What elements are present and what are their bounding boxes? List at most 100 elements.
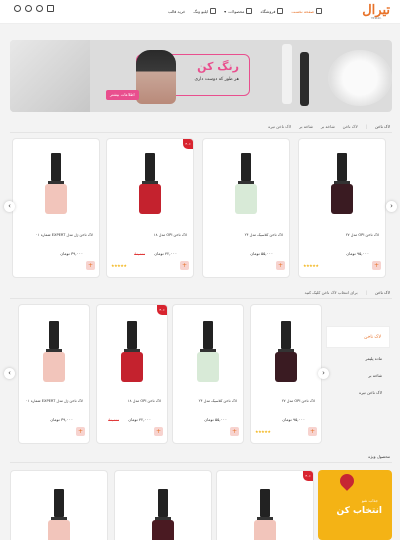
section1-chip-1[interactable]: لاک ناخن — [343, 124, 358, 129]
banner-tube-image — [282, 44, 292, 104]
product-card[interactable] — [10, 470, 108, 540]
product-price: ۹۵,۰۰۰ تومان — [282, 417, 305, 422]
section1-divider — [10, 132, 392, 133]
product-price: ۹۵,۰۰۰ تومان — [346, 251, 369, 256]
filter-item-1[interactable]: ماده پلیمر — [326, 348, 390, 365]
filter-title[interactable]: لاک ناخن — [326, 326, 390, 348]
bottle-body — [43, 352, 65, 382]
product-old-price: ۶۰,۰۰۰ — [108, 417, 119, 422]
nav-products[interactable]: محصولات ▾ — [224, 8, 253, 14]
nav-products-label: محصولات — [228, 8, 245, 14]
row2-next-arrow[interactable]: › — [318, 368, 329, 379]
product-image[interactable] — [48, 489, 70, 540]
add-to-cart-button[interactable]: + — [230, 427, 239, 436]
product-name[interactable]: لاک ناخن OPI مدل ۱۸ — [154, 233, 187, 237]
main-nav: صفحه نخست فروشگاه محصولات ▾ ایلیو ونگ خری… — [168, 8, 322, 14]
product-card[interactable]: لاک ناخن ژل مدل EXPERT شماره ۰۱ ۳۹,۰۰۰ تو… — [12, 138, 100, 278]
bottle-body — [121, 352, 143, 382]
product-image[interactable] — [254, 489, 276, 540]
product-card[interactable]: لاک ناخن کلاسیک مدل ۲۴ ۵۵,۰۰۰ تومان + — [172, 304, 244, 444]
product-card[interactable]: لاک ناخن کلاسیک مدل ۲۴ ۵۵,۰۰۰ تومان + — [202, 138, 290, 278]
add-to-cart-button[interactable]: + — [76, 427, 85, 436]
product-name[interactable]: لاک ناخن OPI مدل ۱۸ — [128, 399, 161, 403]
bottle-body — [197, 352, 219, 382]
product-card[interactable]: لاک ناخن ژل مدل EXPERT شماره ۰۱ ۳۹,۰۰۰ تو… — [18, 304, 90, 444]
bottle-body — [152, 520, 174, 540]
shop-icon — [277, 8, 284, 14]
product-name[interactable]: لاک ناخن کلاسیک مدل ۲۴ — [199, 399, 237, 403]
product-card[interactable]: ۳۰٪ — [216, 470, 314, 540]
product-image[interactable] — [152, 489, 174, 540]
section1-sep: | — [365, 124, 368, 129]
product-image[interactable] — [139, 153, 161, 214]
row2-prev-arrow[interactable]: ‹ — [4, 368, 15, 379]
site-logo[interactable]: تیرال TIRAL — [362, 3, 390, 20]
bottle-cap — [145, 153, 155, 181]
add-to-cart-button[interactable]: + — [180, 261, 189, 270]
filter-item-3[interactable]: لاک ناخن تیره — [326, 382, 390, 399]
row1-prev-arrow[interactable]: ‹ — [4, 201, 15, 212]
bottle-cap — [51, 153, 61, 181]
section1-chip-2[interactable]: شاخه بر — [321, 124, 335, 129]
search-icon[interactable] — [14, 5, 21, 12]
product-name[interactable]: لاک ناخن ژل مدل EXPERT شماره ۰۱ — [36, 233, 93, 237]
product-image[interactable] — [43, 321, 65, 382]
chevron-down-icon: ▾ — [224, 8, 227, 14]
grid-icon — [246, 8, 253, 14]
banner-subtitle: هر طور که دوست داری — [194, 77, 239, 82]
user-icon[interactable] — [36, 5, 43, 12]
product-image[interactable] — [121, 321, 143, 382]
product-card[interactable]: لاک ناخن OPI مدل ۲۷ ۹۵,۰۰۰ تومان + ★★★★★ — [298, 138, 386, 278]
section3-divider — [10, 462, 392, 463]
section2-sep: | — [365, 290, 368, 295]
nav-shop[interactable]: فروشگاه — [260, 8, 284, 14]
bottle-cap — [127, 321, 137, 349]
product-image[interactable] — [197, 321, 219, 382]
section1-chip-4[interactable]: لاک ناخن تیره — [268, 124, 291, 129]
section2-header: لاک ناخن | برای انتخاب لاک ناخن کلیک کنی… — [305, 290, 390, 295]
product-name[interactable]: لاک ناخن کلاسیک مدل ۲۴ — [245, 233, 283, 237]
product-name[interactable]: لاک ناخن ژل مدل EXPERT شماره ۰۱ — [26, 399, 83, 403]
product-card[interactable]: لاک ناخن OPI مدل ۲۷ ۹۵,۰۰۰ تومان + ★★★★★ — [250, 304, 322, 444]
cart-icon[interactable] — [47, 5, 54, 12]
filter-item-2[interactable]: شاخه بر — [326, 365, 390, 382]
promo-small-text: جذاب شو — [361, 498, 378, 503]
nav-template[interactable]: خرید فالب — [168, 9, 185, 14]
nav-home[interactable]: صفحه نخست — [291, 8, 322, 14]
product-image[interactable] — [45, 153, 67, 214]
product-card[interactable]: ۳۰٪ لاک ناخن OPI مدل ۱۸ ۴۲,۰۰۰ تومان ۶۰,۰۰۰… — [96, 304, 168, 444]
product-name[interactable]: لاک ناخن OPI مدل ۲۷ — [346, 233, 379, 237]
bottle-cap — [281, 321, 291, 349]
banner-box-image — [10, 40, 90, 112]
discount-badge: ۳۰٪ — [157, 305, 167, 315]
product-card[interactable]: ۳۰٪ لاک ناخن OPI مدل ۱۸ ۴۲,۰۰۰ تومان ۶۰,۰۰۰… — [106, 138, 194, 278]
nav-blog[interactable]: ایلیو ونگ — [193, 8, 217, 14]
add-to-cart-button[interactable]: + — [86, 261, 95, 270]
location-icon[interactable] — [25, 5, 32, 12]
add-to-cart-button[interactable]: + — [154, 427, 163, 436]
bottle-body — [48, 520, 70, 540]
banner-cta-button[interactable]: اطلاعات بیشتر — [106, 90, 139, 100]
promo-card[interactable]: جذاب شو انتخاب کن — [318, 470, 392, 540]
banner-cream-image — [328, 50, 392, 106]
add-to-cart-button[interactable]: + — [276, 261, 285, 270]
add-to-cart-button[interactable]: + — [308, 427, 317, 436]
product-rating: ★★★★★ — [111, 263, 127, 268]
bottle-body — [275, 352, 297, 382]
hero-banner[interactable]: رنگ کن هر طور که دوست داری اطلاعات بیشتر — [10, 40, 392, 112]
nav-home-label: صفحه نخست — [291, 8, 314, 14]
product-price: ۵۵,۰۰۰ تومان — [250, 251, 273, 256]
product-card[interactable] — [114, 470, 212, 540]
product-image[interactable] — [331, 153, 353, 214]
row1-next-arrow[interactable]: › — [386, 201, 397, 212]
bottle-cap — [158, 489, 168, 517]
section1-header: لاک ناخن | لاک ناخن شاخه بر شاخه بر لاک … — [268, 124, 390, 129]
product-name[interactable]: لاک ناخن OPI مدل ۲۷ — [282, 399, 315, 403]
section1-chip-3[interactable]: شاخه بر — [299, 124, 313, 129]
add-to-cart-button[interactable]: + — [372, 261, 381, 270]
promo-big-text: انتخاب کن — [336, 506, 382, 516]
product-image[interactable] — [235, 153, 257, 214]
product-image[interactable] — [275, 321, 297, 382]
nav-blog-label: ایلیو ونگ — [193, 8, 209, 14]
bottle-body — [45, 184, 67, 214]
